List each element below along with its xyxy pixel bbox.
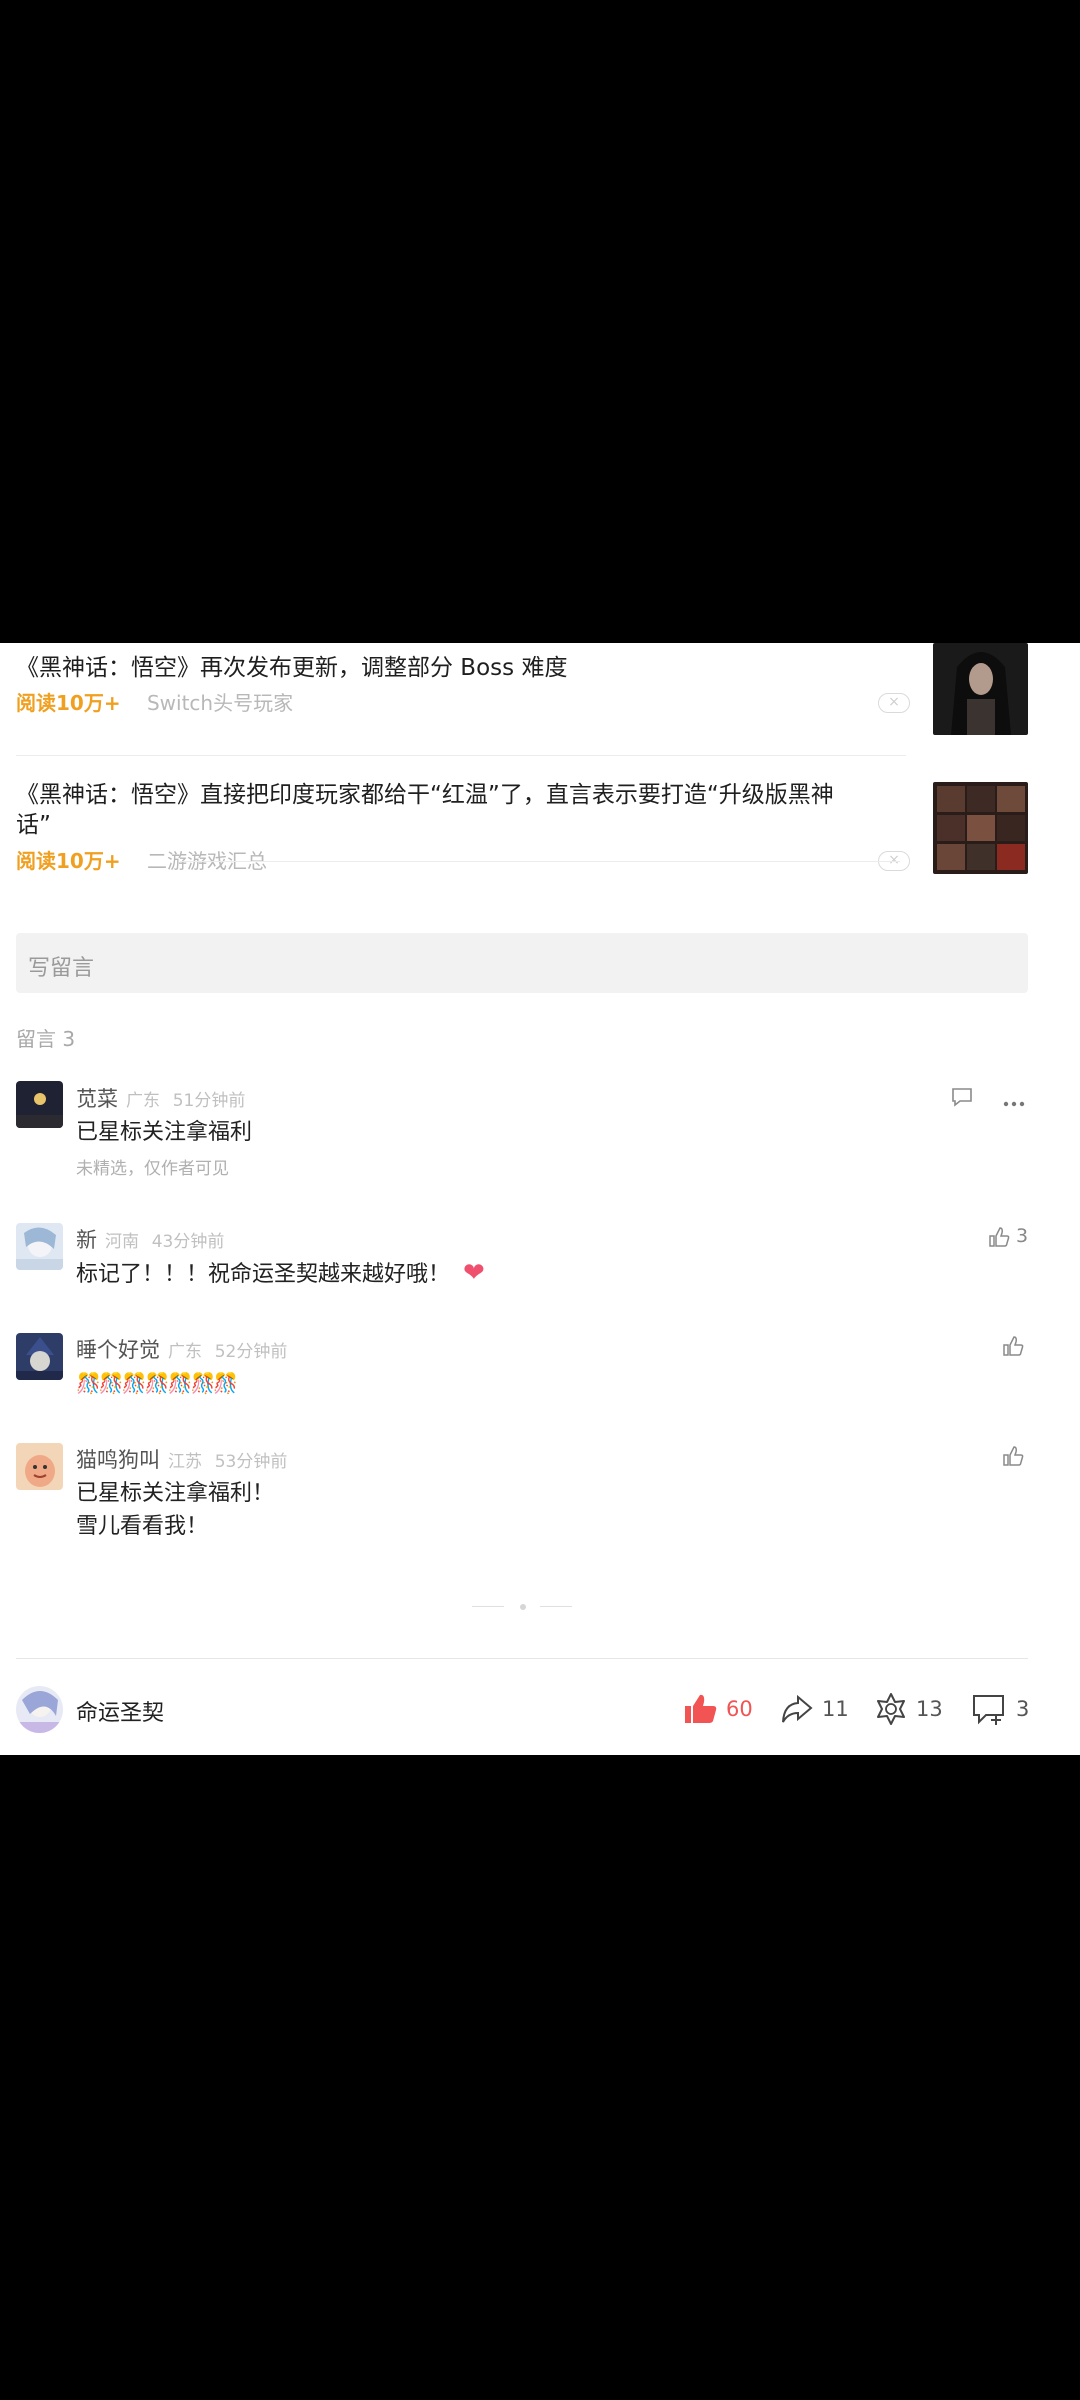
comment-location: 广东: [168, 1342, 202, 1362]
account-name[interactable]: 命运圣契: [76, 1695, 164, 1727]
more-icon[interactable]: [1002, 1093, 1026, 1112]
comment-location: 江苏: [168, 1452, 202, 1472]
divider: [16, 755, 906, 756]
like-count: 60: [726, 1697, 753, 1721]
comment-text: 🎊🎊🎊🎊🎊🎊🎊: [76, 1371, 238, 1395]
comment-author[interactable]: 睡个好觉 广东 52分钟前: [76, 1334, 287, 1364]
comment-icon: [973, 1695, 1004, 1725]
avatar[interactable]: [16, 1443, 63, 1490]
comment-count: 3: [1016, 1697, 1030, 1721]
comment-visibility-note: 未精选，仅作者可见: [76, 1159, 229, 1179]
article-source[interactable]: Switch头号玩家: [147, 691, 293, 715]
comment-text: 已星标关注拿福利！ 雪儿看看我！: [76, 1481, 275, 1539]
avatar[interactable]: [16, 1333, 63, 1380]
comment-like-count: 3: [1016, 1225, 1029, 1247]
comment-time: 52分钟前: [214, 1342, 288, 1362]
avatar[interactable]: [16, 1081, 63, 1128]
bottom-bar-divider: [16, 1658, 1028, 1659]
wow-icon: [877, 1693, 905, 1725]
comment-text: 标记了！！！祝命运圣契越来越好哦！ ❤: [76, 1258, 485, 1288]
comment-time: 53分钟前: [214, 1452, 288, 1472]
related-article-thumbnail-2[interactable]: [933, 782, 1028, 874]
related-article-meta-1: 阅读10万+ Switch头号玩家: [16, 690, 293, 716]
related-article-thumbnail-1[interactable]: [933, 643, 1028, 735]
comment-author[interactable]: 苋菜 广东 51分钟前: [76, 1083, 245, 1113]
comment-like-button[interactable]: [1002, 1335, 1024, 1362]
comment-like-button[interactable]: [1002, 1445, 1024, 1472]
comment-text: 已星标关注拿福利: [76, 1120, 253, 1145]
comment-button[interactable]: 3: [972, 1691, 1029, 1727]
account-avatar[interactable]: [16, 1686, 63, 1733]
thumb-up-icon: [1003, 1336, 1024, 1356]
close-icon[interactable]: ×: [878, 693, 910, 713]
avatar[interactable]: [16, 1223, 63, 1270]
reply-icon[interactable]: [951, 1087, 973, 1111]
article-panel: 《黑神话：悟空》再次发布更新，调整部分 Boss 难度 阅读10万+ Switc…: [0, 643, 1080, 1755]
wow-count: 13: [916, 1697, 943, 1721]
comment-author[interactable]: 新河南 43分钟前: [76, 1224, 224, 1254]
end-separator-right: [540, 1606, 572, 1607]
comment-time: 51分钟前: [172, 1091, 246, 1111]
comment-placeholder: 写留言: [28, 956, 95, 981]
comments-count-label: 留言 3: [16, 1027, 76, 1051]
thumb-up-icon: [989, 1226, 1010, 1247]
comment-time: 43分钟前: [151, 1232, 225, 1252]
comment-author[interactable]: 猫鸣狗叫 江苏 53分钟前: [76, 1444, 287, 1474]
share-button[interactable]: 11: [780, 1691, 849, 1727]
comment-location: 广东: [126, 1091, 160, 1111]
read-count: 阅读10万+: [16, 691, 121, 715]
end-separator-dot: [520, 1604, 526, 1610]
comment-like-button[interactable]: 3: [988, 1225, 1028, 1248]
divider: [180, 861, 900, 862]
related-article-title-1[interactable]: 《黑神话：悟空》再次发布更新，调整部分 Boss 难度: [16, 653, 567, 683]
wow-button[interactable]: 13: [874, 1691, 943, 1727]
share-count: 11: [822, 1697, 849, 1721]
comment-location: 河南: [105, 1232, 139, 1252]
thumb-up-icon: [1003, 1446, 1024, 1466]
thumb-up-icon: [685, 1694, 717, 1723]
related-article-title-2[interactable]: 《黑神话：悟空》直接把印度玩家都给干“红温”了，直言表示要打造“升级版黑神 话”: [16, 780, 916, 840]
share-icon: [782, 1694, 813, 1723]
read-count: 阅读10万+: [16, 849, 121, 873]
write-comment-box[interactable]: 写留言: [16, 933, 1028, 993]
like-button[interactable]: 60: [684, 1691, 753, 1727]
end-separator-left: [472, 1606, 504, 1607]
heart-emoji: ❤: [463, 1258, 485, 1288]
